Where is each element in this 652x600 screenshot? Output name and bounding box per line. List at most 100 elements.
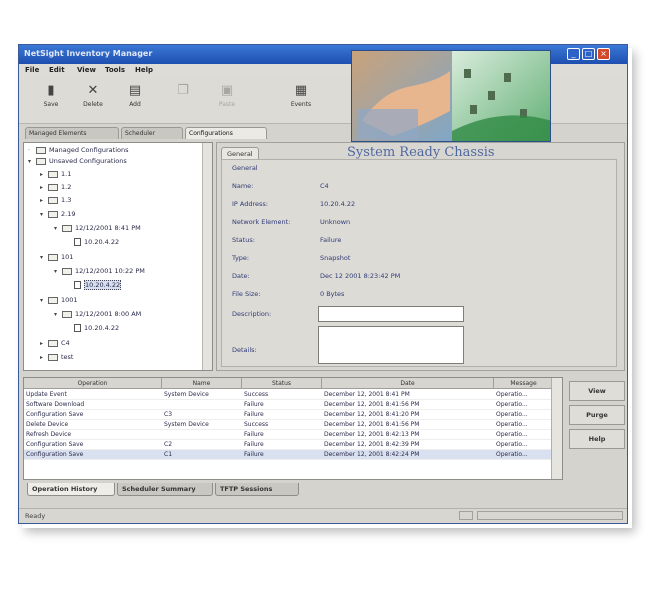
file-size-value: 0 Bytes	[320, 290, 345, 298]
menu-tools[interactable]: Tools	[105, 66, 125, 74]
description-field[interactable]	[318, 306, 464, 322]
column-header-message[interactable]: Message	[494, 378, 554, 389]
tree-node[interactable]: ▸ 1.1	[40, 170, 71, 178]
tree-node[interactable]: ▾ 12/12/2001 8:41 PM	[54, 224, 141, 232]
tab-scheduler-summary[interactable]: Scheduler Summary	[117, 483, 213, 496]
tree-node[interactable]: ▾ Unsaved Configurations	[28, 157, 127, 165]
add-button[interactable]: ▤ Add	[117, 81, 153, 119]
menu-view[interactable]: View	[77, 66, 96, 74]
paste-button[interactable]: ▣ Paste	[209, 81, 245, 119]
add-label: Add	[129, 101, 141, 108]
network-element-label: Network Element:	[232, 218, 291, 226]
column-header-status[interactable]: Status	[242, 378, 322, 389]
document-icon	[74, 324, 81, 332]
tree-node[interactable]: 10.20.4.22	[74, 238, 119, 246]
folder-icon	[36, 146, 46, 154]
cell-message: Operatio...	[496, 411, 528, 418]
folder-icon	[48, 339, 58, 347]
table-row[interactable]: Refresh Device Failure December 12, 2001…	[24, 430, 554, 440]
events-button[interactable]: ▦ Events	[283, 81, 319, 119]
maximize-button[interactable]: □	[582, 48, 595, 60]
menu-help[interactable]: Help	[135, 66, 153, 74]
copy-icon: ❐	[177, 83, 189, 98]
tree-node[interactable]: ▾ 12/12/2001 10:22 PM	[54, 267, 145, 275]
table-row[interactable]: Configuration Save C3 Failure December 1…	[24, 410, 554, 420]
cell-name: C1	[164, 451, 173, 458]
cell-name	[162, 430, 242, 439]
tree-node[interactable]: ▾ 12/12/2001 8:00 AM	[54, 310, 141, 318]
table-row[interactable]: Configuration Save C2 Failure December 1…	[24, 440, 554, 450]
folder-icon	[36, 157, 46, 165]
cell-message: Operatio...	[496, 421, 528, 428]
cell-name: C3	[164, 411, 173, 418]
table-row-selected[interactable]: Configuration Save C1 Failure December 1…	[24, 450, 554, 460]
cell-status: Success	[244, 391, 269, 398]
column-header-operation[interactable]: Operation	[24, 378, 162, 389]
folder-icon	[48, 170, 58, 178]
name-label: Name:	[232, 182, 254, 190]
view-button[interactable]: View	[569, 381, 625, 401]
tree-node[interactable]: ▾ 2.19	[40, 210, 75, 218]
minimize-button[interactable]: _	[567, 48, 580, 60]
cell-date: December 12, 2001 8:41 PM	[324, 391, 410, 398]
purge-button[interactable]: Purge	[569, 405, 625, 425]
column-header-date[interactable]: Date	[322, 378, 494, 389]
cell-operation: Delete Device	[26, 421, 69, 428]
paste-icon: ▣	[220, 83, 234, 98]
table-row[interactable]: Software Download Failure December 12, 2…	[24, 400, 554, 410]
tree-node-selected[interactable]: 10.20.4.22	[74, 280, 122, 290]
menu-edit[interactable]: Edit	[49, 66, 65, 74]
tree-node[interactable]: ▸ 1.2	[40, 183, 71, 191]
tree-node[interactable]: ▸ C4	[40, 339, 70, 347]
general-section: General Name: C4 IP Address: 10.20.4.22 …	[221, 159, 617, 367]
app-window: NetSight Inventory Manager _ □ × File Ed…	[18, 44, 628, 524]
status-text: Ready	[25, 512, 46, 520]
cell-name: System Device	[164, 421, 209, 428]
tab-configurations[interactable]: Configurations	[185, 127, 267, 139]
delete-button[interactable]: ✕ Delete	[75, 81, 111, 119]
status-cell	[477, 511, 623, 520]
folder-icon	[48, 210, 58, 218]
section-title: General	[232, 164, 258, 172]
delete-icon: ✕	[87, 83, 99, 98]
details-label: Details:	[232, 346, 257, 354]
cell-date: December 12, 2001 8:41:56 PM	[324, 421, 420, 428]
tree-node[interactable]: ▾ 1001	[40, 296, 78, 304]
folder-icon	[48, 183, 58, 191]
table-scrollbar[interactable]	[551, 378, 562, 479]
bottom-area: Operation Name Status Date Message Updat…	[23, 377, 625, 497]
folder-icon	[48, 353, 58, 361]
cell-operation: Configuration Save	[26, 451, 84, 458]
delete-label: Delete	[83, 101, 103, 108]
tab-scheduler[interactable]: Scheduler	[121, 127, 183, 139]
tab-operation-history[interactable]: Operation History	[27, 483, 115, 496]
menu-file[interactable]: File	[25, 66, 39, 74]
cell-status: Failure	[244, 401, 264, 408]
file-size-label: File Size:	[232, 290, 261, 298]
tree-node[interactable]: · Managed Configurations	[28, 146, 128, 154]
table-row[interactable]: Delete Device System Device Success Dece…	[24, 420, 554, 430]
tree-node[interactable]: ▸ 1.3	[40, 196, 71, 204]
name-value: C4	[320, 182, 329, 190]
help-button[interactable]: Help	[569, 429, 625, 449]
tree-node[interactable]: 10.20.4.22	[74, 324, 119, 332]
cell-operation: Refresh Device	[26, 431, 72, 438]
status-bar: Ready	[19, 508, 627, 523]
close-button[interactable]: ×	[597, 48, 610, 60]
tab-managed-elements[interactable]: Managed Elements	[25, 127, 119, 139]
tree-scrollbar[interactable]	[202, 143, 212, 370]
folder-icon	[48, 296, 58, 304]
properties-panel: General System Ready Chassis General Nam…	[216, 142, 625, 371]
ip-address-value: 10.20.4.22	[320, 200, 356, 208]
tab-tftp-sessions[interactable]: TFTP Sessions	[215, 483, 299, 496]
column-header-name[interactable]: Name	[162, 378, 242, 389]
tree-node[interactable]: ▸ test	[40, 353, 73, 361]
configuration-tree: · Managed Configurations ▾ Unsaved Configu…	[23, 142, 213, 371]
cell-operation: Update Event	[26, 391, 67, 398]
save-button[interactable]: ▮ Save	[33, 81, 69, 119]
tree-node[interactable]: ▾ 101	[40, 253, 73, 261]
details-field[interactable]	[318, 326, 464, 364]
table-row[interactable]: Update Event System Device Success Decem…	[24, 390, 554, 400]
copy-button[interactable]: ❐	[165, 81, 201, 119]
cell-status: Failure	[244, 441, 264, 448]
